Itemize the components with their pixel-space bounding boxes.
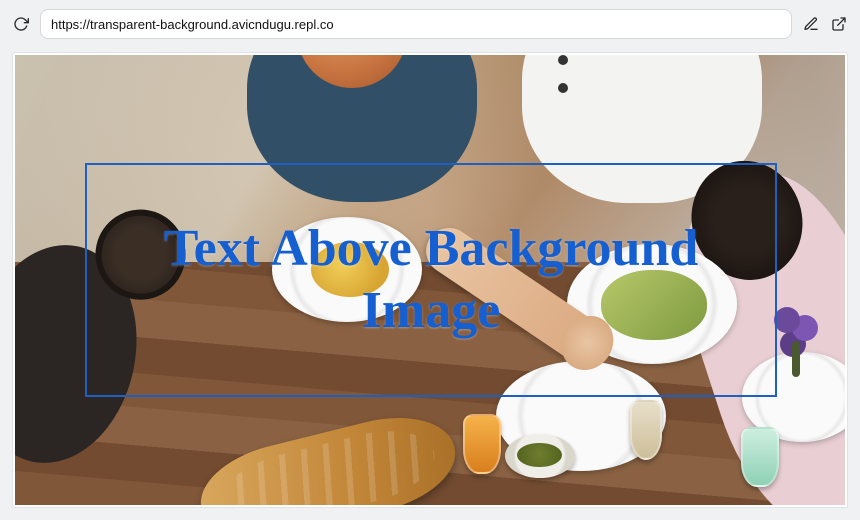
open-external-icon[interactable]: [830, 15, 848, 33]
hero-background-image: Text Above Background Image: [15, 55, 845, 505]
edit-icon[interactable]: [802, 15, 820, 33]
hero-heading: Text Above Background Image: [107, 218, 755, 343]
url-input[interactable]: [40, 9, 792, 39]
page-viewport: Text Above Background Image: [12, 52, 848, 508]
refresh-icon[interactable]: [12, 15, 30, 33]
browser-toolbar: [0, 0, 860, 48]
hero-overlay-frame: Text Above Background Image: [85, 163, 777, 397]
